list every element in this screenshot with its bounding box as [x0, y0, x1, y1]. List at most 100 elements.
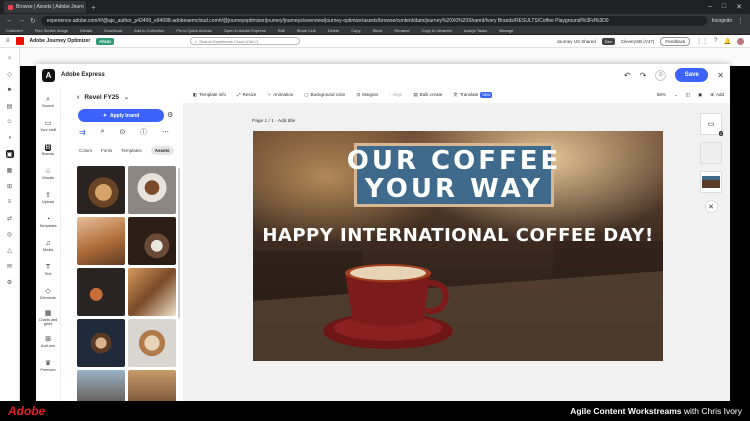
assets-icon[interactable]: ▣ — [5, 150, 14, 158]
headline-line-1[interactable]: OUR COFFEE — [347, 147, 562, 175]
align-button[interactable]: ⫶ Align — [389, 92, 402, 97]
feedback-button[interactable]: Feedback — [660, 36, 691, 46]
schemas-icon[interactable]: ⊞ — [6, 182, 14, 190]
nav-search[interactable]: ⌕ Search — [36, 90, 61, 114]
action-item[interactable]: Copy to Libraries — [422, 28, 452, 33]
close-modal-icon[interactable]: ✕ — [717, 71, 724, 80]
home-icon[interactable]: ⌂ — [6, 54, 14, 62]
avatar[interactable] — [737, 37, 744, 45]
headline-line-2[interactable]: YOUR WAY — [365, 175, 543, 203]
nav-upload[interactable]: ⇧ Upload — [36, 186, 61, 210]
design-poster[interactable]: OUR COFFEE YOUR WAY HAPPY INTERNATIONAL … — [253, 131, 663, 361]
action-item[interactable]: Add to Collection — [134, 28, 164, 33]
nav-brands[interactable]: B Brands — [36, 138, 61, 162]
global-search-input[interactable]: ⌕ Search Experience Cloud (Ctrl+/) — [189, 37, 300, 45]
settings-icon[interactable]: ⚙ — [6, 278, 14, 286]
asset-thumbnail[interactable] — [77, 370, 125, 401]
chevron-down-icon[interactable]: ⌄ — [124, 94, 129, 101]
campaigns-icon[interactable]: ⚑ — [6, 86, 14, 94]
new-tab-button[interactable]: + — [91, 3, 96, 12]
resize-button[interactable]: ⤢ Resize — [237, 92, 256, 97]
action-item[interactable]: Download — [104, 28, 122, 33]
chevron-down-icon[interactable]: ⌄ — [674, 92, 678, 98]
margins-button[interactable]: ⊡ Margins — [357, 92, 379, 98]
sandbox-switcher[interactable]: Journey US Shared — [556, 39, 595, 44]
channels-icon[interactable]: ✉ — [6, 262, 14, 270]
blank-page-thumb[interactable] — [700, 142, 722, 164]
action-item[interactable]: Rename — [394, 28, 409, 33]
nav-your-stuff[interactable]: ▭ Your stuff — [36, 114, 61, 138]
asset-thumbnail[interactable] — [77, 166, 125, 214]
search-icon[interactable]: ⌕ — [101, 128, 105, 136]
nav-templates[interactable]: ◔ Templates — [36, 210, 61, 234]
help-icon[interactable]: ? — [714, 38, 717, 44]
close-strip-icon[interactable]: ✕ — [704, 200, 718, 213]
monitoring-icon[interactable]: ◎ — [6, 230, 14, 238]
redo-icon[interactable]: ↷ — [640, 71, 647, 80]
tab-fonts[interactable]: Fonts — [101, 148, 112, 153]
action-item[interactable]: Edit — [278, 28, 285, 33]
tab-assets[interactable]: Assets — [150, 145, 174, 155]
page-label[interactable]: Page 1 / 1 - Add title — [252, 119, 295, 124]
app-switcher-icon[interactable]: ≡ — [6, 38, 10, 44]
back-icon[interactable]: ← — [6, 17, 13, 24]
content-icon[interactable]: ▤ — [6, 102, 14, 110]
asset-thumbnail[interactable] — [77, 268, 125, 316]
incognito-badge[interactable]: Incognito — [712, 18, 732, 24]
asset-thumbnail[interactable] — [128, 319, 176, 367]
forward-icon[interactable]: → — [18, 17, 25, 24]
nav-visuals[interactable]: ♧ Visuals — [36, 162, 61, 186]
asset-thumbnail[interactable] — [128, 370, 176, 401]
profiles-icon[interactable]: ☺ — [6, 118, 14, 126]
nav-media[interactable]: ♫ Media — [36, 234, 61, 258]
action-item[interactable]: Move — [373, 28, 383, 33]
template-info-button[interactable]: ◧ Template info — [193, 92, 226, 98]
action-item[interactable]: Pin to Quick Access — [176, 28, 211, 33]
nav-premium[interactable]: ♛ Premium — [36, 354, 61, 378]
alerts-icon[interactable]: △ — [6, 246, 14, 254]
asset-thumbnail[interactable] — [128, 166, 176, 214]
tab-templates[interactable]: Templates — [121, 148, 142, 153]
nav-charts[interactable]: ▦ Charts and grids — [36, 306, 61, 330]
minimize-icon[interactable]: – — [708, 3, 712, 11]
asset-thumbnail[interactable] — [128, 217, 176, 265]
more-icon[interactable]: ⋯ — [162, 128, 169, 136]
reload-icon[interactable]: ↻ — [30, 17, 36, 25]
save-button[interactable]: Save — [675, 68, 709, 82]
translate-button[interactable]: 文 Translate NEW — [453, 91, 493, 98]
browser-tab[interactable]: Browse | Assets | Adobe Journ ✕ — [4, 1, 86, 13]
tab-colors[interactable]: Colors — [79, 148, 92, 153]
animation-button[interactable]: ✧ Animation — [267, 92, 293, 98]
maximize-icon[interactable]: □ — [722, 3, 726, 11]
add-asset-icon[interactable]: ⇉ — [79, 128, 86, 137]
apps-grid-icon[interactable]: ⋮⋮ — [696, 38, 708, 45]
nav-elements[interactable]: ◇ Elements — [36, 282, 61, 306]
action-item[interactable]: Assign Tasks — [464, 28, 487, 33]
page-thumbnail[interactable] — [700, 171, 722, 193]
grid-view-icon[interactable]: ◫ — [686, 92, 690, 98]
gear-icon[interactable]: ⚙ — [167, 111, 173, 119]
panel-scrollbar[interactable] — [178, 168, 180, 318]
share-icon[interactable]: ⊙ — [119, 128, 125, 136]
browser-menu-icon[interactable]: ⋮ — [737, 17, 744, 25]
asset-thumbnail[interactable] — [128, 268, 176, 316]
add-button[interactable]: ⊕ Add — [710, 92, 724, 98]
reports-icon[interactable]: ▦ — [6, 166, 14, 174]
tagline-text[interactable]: HAPPY INTERNATIONAL COFFEE DAY! — [253, 225, 663, 246]
datasets-icon[interactable]: ≡ — [6, 198, 14, 206]
page-count-thumb[interactable]: ▭ 2 — [700, 113, 723, 136]
action-item[interactable]: Find Similar Image — [35, 28, 68, 33]
close-window-icon[interactable]: ✕ — [736, 3, 742, 11]
asset-thumbnail[interactable] — [77, 319, 125, 367]
zoom-dropdown[interactable]: 58% — [657, 92, 666, 97]
action-item[interactable]: Delete — [328, 28, 340, 33]
action-item[interactable]: Share Link — [297, 28, 316, 33]
info-icon[interactable]: ⓘ — [140, 127, 147, 137]
action-item[interactable]: Details — [80, 28, 92, 33]
action-item[interactable]: Manage — [499, 28, 513, 33]
bulk-create-button[interactable]: ▤ Bulk create — [413, 92, 442, 98]
collaborate-icon[interactable]: ☺ — [655, 69, 667, 81]
org-switcher[interactable]: CleverySB (V47) — [621, 39, 655, 44]
journeys-icon[interactable]: ◇ — [6, 70, 14, 78]
apply-brand-button[interactable]: ✦ Apply brand — [78, 109, 164, 122]
